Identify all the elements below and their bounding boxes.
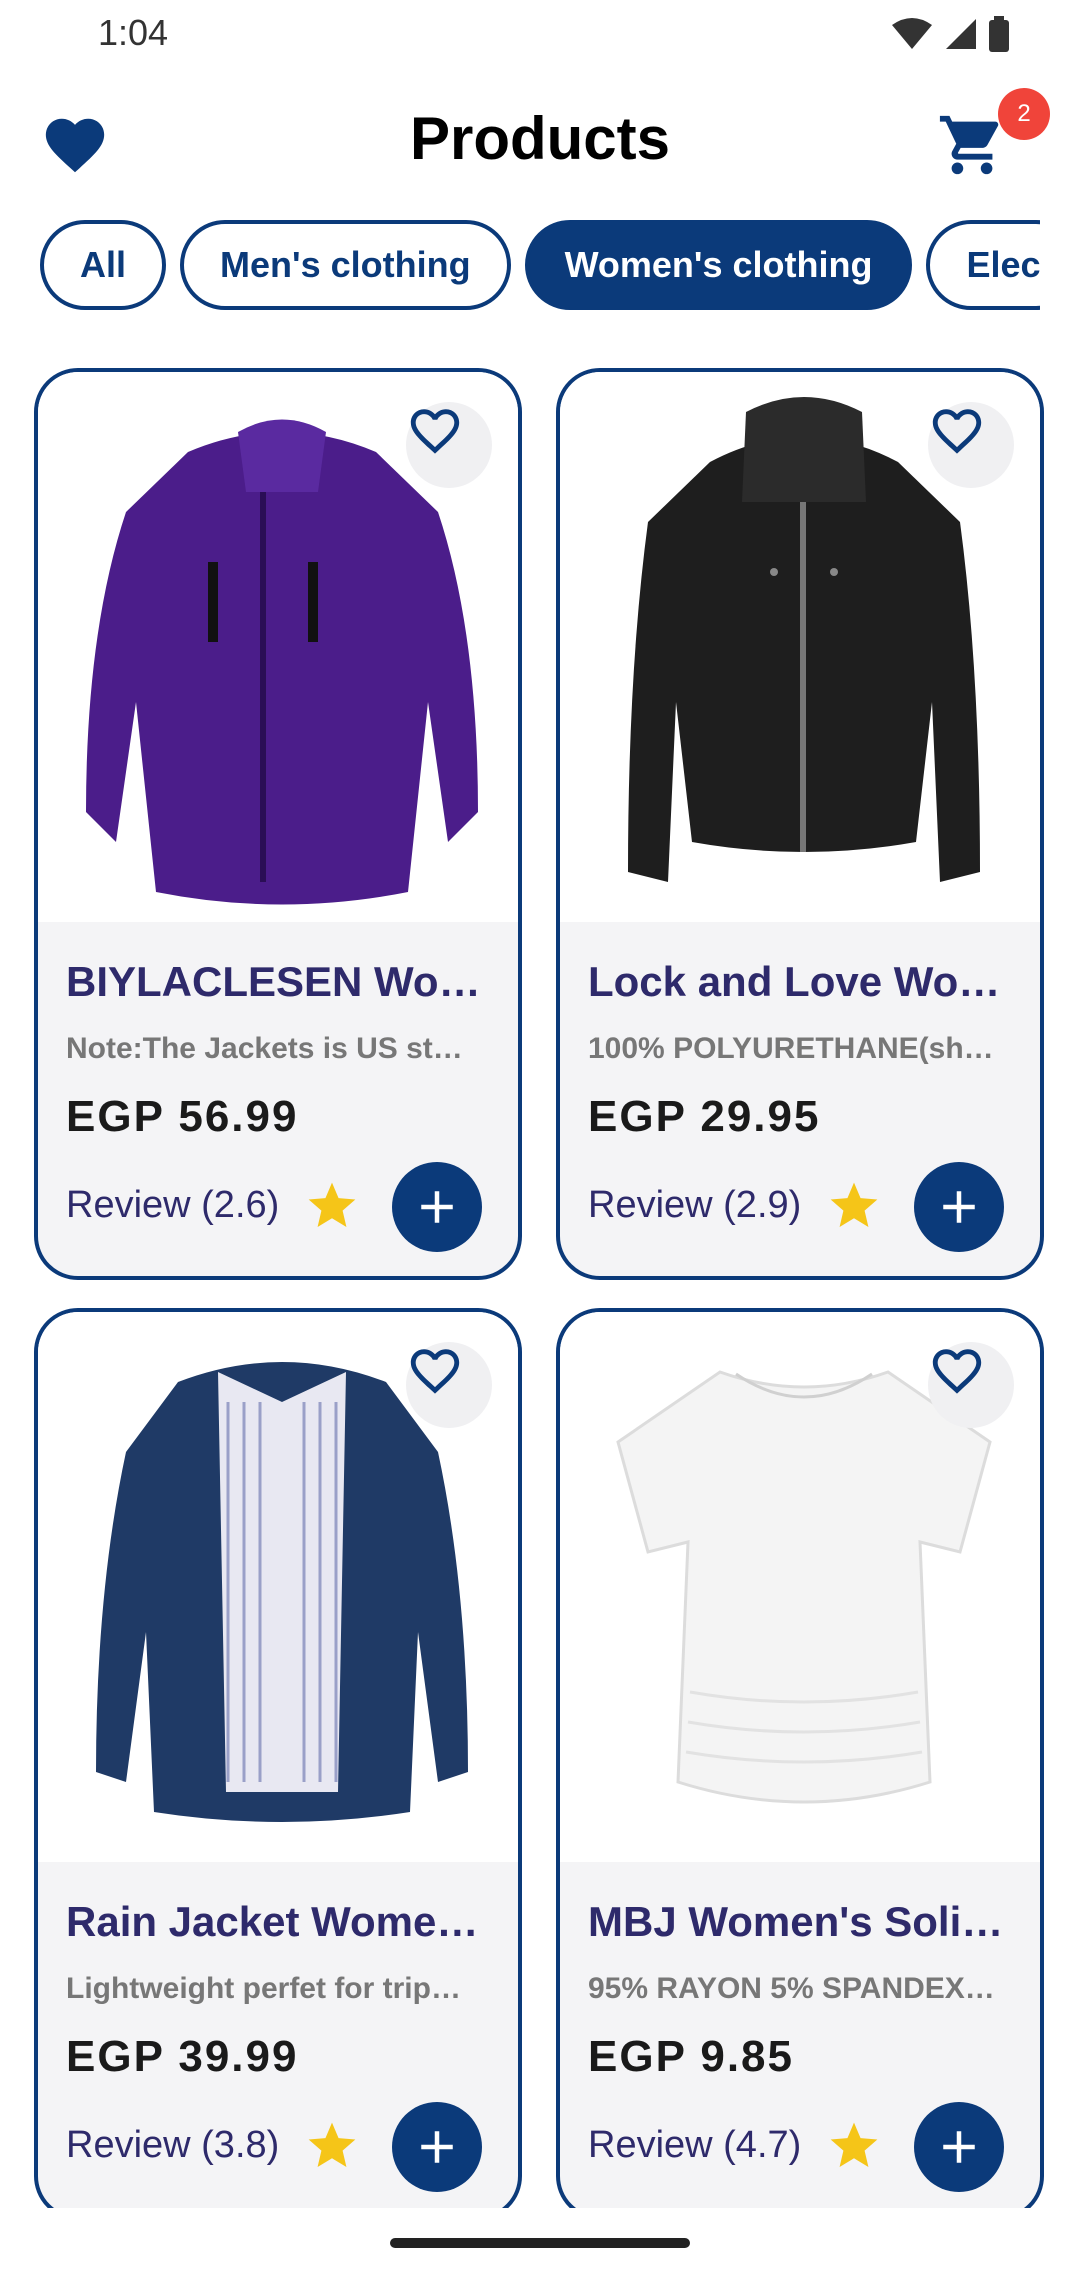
wishlist-button[interactable] — [928, 1342, 1014, 1428]
product-card[interactable]: Rain Jacket Wome… Lightweight perfet for… — [34, 1308, 522, 2208]
product-grid: BIYLACLESEN Wo… Note:The Jackets is US s… — [34, 368, 1046, 2208]
navigation-handle[interactable] — [390, 2238, 690, 2248]
product-info: Lock and Love Wo… 100% POLYURETHANE(sh… … — [560, 922, 1040, 1276]
product-review: Review (4.7) — [588, 2124, 802, 2166]
product-image — [560, 1312, 1040, 1862]
product-card[interactable]: Lock and Love Wo… 100% POLYURETHANE(sh… … — [556, 368, 1044, 1280]
product-review: Review (2.9) — [588, 1184, 802, 1226]
product-title: Rain Jacket Wome… — [66, 1898, 479, 1945]
star-icon — [830, 1182, 878, 1227]
product-price: EGP 9.85 — [588, 2032, 794, 2081]
product-image — [38, 1312, 518, 1862]
app-bar: Products 2 — [0, 80, 1080, 200]
category-chip-all[interactable]: All — [40, 220, 167, 310]
wishlist-heart-icon — [932, 409, 982, 454]
category-chip-womens-clothing[interactable]: Women's clothing — [524, 220, 913, 310]
product-review: Review (3.8) — [66, 2124, 280, 2166]
plus-icon — [421, 1191, 453, 1223]
add-to-cart-button[interactable] — [392, 1162, 482, 1252]
battery-icon — [989, 16, 1009, 52]
product-review: Review (2.6) — [66, 1184, 280, 1226]
product-description: 95% RAYON 5% SPANDEX… — [588, 1972, 995, 2005]
product-price: EGP 29.95 — [588, 1092, 821, 1141]
product-price: EGP 39.99 — [66, 2032, 299, 2081]
product-title: BIYLACLESEN Wo… — [66, 958, 481, 1005]
cart-count-badge: 2 — [998, 88, 1050, 140]
product-info: MBJ Women's Soli… 95% RAYON 5% SPANDEX… … — [560, 1862, 1040, 2208]
plus-icon — [421, 2131, 453, 2163]
product-description: 100% POLYURETHANE(sh… — [588, 1032, 994, 1065]
signal-icon — [946, 19, 976, 49]
status-icons — [890, 16, 1010, 52]
add-to-cart-button[interactable] — [914, 1162, 1004, 1252]
wishlist-button[interactable] — [928, 402, 1014, 488]
wishlist-button[interactable] — [406, 402, 492, 488]
product-card[interactable]: MBJ Women's Soli… 95% RAYON 5% SPANDEX… … — [556, 1308, 1044, 2208]
star-icon — [830, 2122, 878, 2167]
plus-icon — [943, 1191, 975, 1223]
category-chips: All Men's clothing Women's clothing Elec — [40, 220, 1040, 314]
wishlist-heart-icon — [932, 1349, 982, 1394]
status-bar: 1:04 — [0, 0, 1080, 64]
star-icon — [308, 2122, 356, 2167]
product-image — [38, 372, 518, 922]
category-chip-mens-clothing[interactable]: Men's clothing — [180, 220, 511, 310]
product-card[interactable]: BIYLACLESEN Wo… Note:The Jackets is US s… — [34, 368, 522, 1280]
add-to-cart-button[interactable] — [914, 2102, 1004, 2192]
wifi-icon — [892, 18, 932, 49]
product-info: Rain Jacket Wome… Lightweight perfet for… — [38, 1862, 518, 2208]
wishlist-heart-icon — [410, 409, 460, 454]
product-description: Note:The Jackets is US st… — [66, 1032, 463, 1065]
product-image — [560, 372, 1040, 922]
status-time: 1:04 — [98, 12, 169, 53]
category-chip-electronics[interactable]: Elec — [926, 220, 1040, 310]
page-title: Products — [409, 105, 671, 172]
star-icon — [308, 1182, 356, 1227]
product-info: BIYLACLESEN Wo… Note:The Jackets is US s… — [38, 922, 518, 1276]
wishlist-button[interactable] — [406, 1342, 492, 1428]
product-title: MBJ Women's Soli… — [588, 1898, 1004, 1945]
product-price: EGP 56.99 — [66, 1092, 299, 1141]
add-to-cart-button[interactable] — [392, 2102, 482, 2192]
product-title: Lock and Love Wo… — [588, 958, 1001, 1005]
plus-icon — [943, 2131, 975, 2163]
wishlist-heart-icon — [410, 1349, 460, 1394]
product-description: Lightweight perfet for trip… — [66, 1972, 461, 2005]
